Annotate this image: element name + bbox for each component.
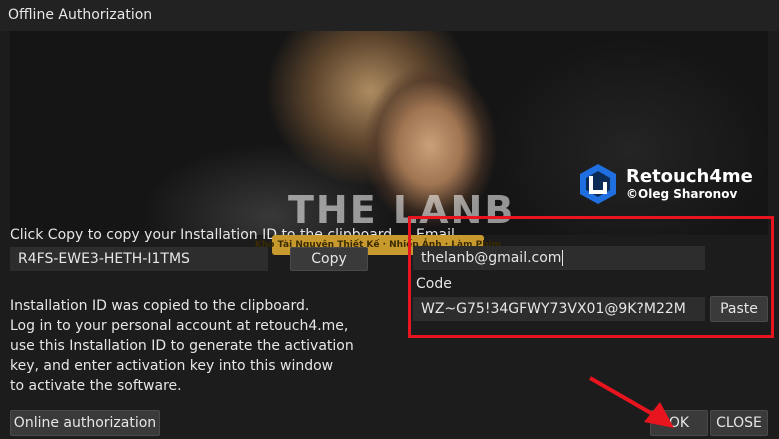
info-line: to activate the software. — [10, 378, 182, 394]
info-line: use this Installation ID to generate the… — [10, 338, 354, 354]
brand-name: Retouch4me — [626, 166, 753, 187]
copy-button[interactable]: Copy — [290, 247, 368, 271]
offline-authorization-window: Offline Authorization Retouch4me ©Oleg S… — [0, 0, 779, 439]
online-authorization-button[interactable]: Online authorization — [10, 410, 160, 436]
info-line: key, and enter activation key into this … — [10, 358, 334, 374]
title-bar: Offline Authorization — [0, 0, 779, 31]
red-arrow-icon — [589, 376, 674, 428]
highlight-box — [408, 216, 774, 338]
installation-info-text: Installation ID was copied to the clipbo… — [10, 296, 390, 396]
retouch4me-logo-icon — [576, 162, 620, 206]
info-line: Log in to your personal account at retou… — [10, 318, 349, 334]
close-button[interactable]: CLOSE — [710, 410, 768, 436]
window-title: Offline Authorization — [8, 7, 153, 23]
brand-logo: Retouch4me ©Oleg Sharonov — [576, 160, 753, 208]
info-line: Installation ID was copied to the clipbo… — [10, 298, 310, 314]
installation-id-field[interactable]: R4FS-EWE3-HETH-I1TMS — [10, 247, 268, 271]
brand-author: ©Oleg Sharonov — [626, 187, 738, 201]
